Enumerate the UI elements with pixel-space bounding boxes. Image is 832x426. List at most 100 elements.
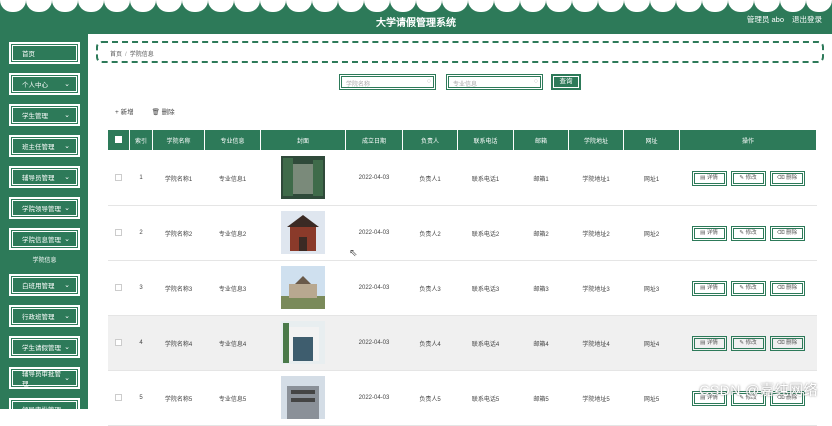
cell-url: 网址4	[623, 315, 680, 371]
add-button[interactable]: + 新增	[115, 106, 134, 116]
row-actions: ▤ 详情 ✎ 修改 ⌫ 删除	[679, 260, 817, 316]
edit-label: 修改	[745, 339, 757, 346]
delete-label: 删除	[786, 229, 798, 236]
sidebar-item[interactable]: 行政班管理 ⌄	[9, 305, 80, 327]
select-all-checkbox[interactable]	[107, 129, 130, 151]
row-actions: ▤ 详情 ✎ 修改 ⌫ 删除	[679, 150, 817, 206]
sidebar: 首页 个人中心 ⌄ 学生管理 ⌄ 班主任管理 ⌄ 辅导员管理 ⌄ 学院领导管理 ⌄ 学院信息管理 ⌄ 学院…	[0, 34, 88, 420]
cell-index: 4	[129, 315, 153, 371]
delete-row-button[interactable]: ⌫ 删除	[769, 335, 805, 351]
table-row: 1 学院名称1 专业信息1 2022-04-03 负责人1 联系电话1 邮箱1 学院地址1 网址…	[107, 150, 817, 206]
sidebar-item-label: 辅导员审批管理	[22, 371, 61, 388]
main-content: 首页 / 学院信息 学院名称 ○ 专业信息 ○ 查询 + 新增 🗑 删除 索引 学院名…	[88, 34, 832, 426]
sidebar-item[interactable]: 班主任管理 ⌄	[9, 135, 80, 157]
delete-button[interactable]: 🗑 删除	[152, 106, 175, 116]
sidebar-item-label: 白班用管理	[22, 283, 55, 290]
delete-row-button[interactable]: ⌫ 删除	[769, 280, 805, 296]
sidebar-item-label: 首页	[22, 51, 35, 58]
delete-row-button[interactable]: ⌫ 删除	[769, 225, 805, 241]
edit-button[interactable]: ✎ 修改	[730, 280, 766, 296]
cell-leader: 负责人4	[402, 315, 458, 371]
detail-icon: ▤	[700, 229, 707, 236]
chevron-down-icon: ⌄	[64, 406, 70, 413]
sidebar-item-label: 学生管理	[22, 113, 48, 120]
breadcrumb-home[interactable]: 首页	[110, 52, 122, 58]
sidebar-item[interactable]: 学院信息管理 ⌄	[9, 228, 80, 250]
edit-button[interactable]: ✎ 修改	[730, 170, 766, 186]
mouse-cursor-icon: ⇖	[349, 248, 358, 259]
cell-url: 网址2	[623, 205, 680, 261]
sidebar-item[interactable]: 辅导员管理 ⌄	[9, 166, 80, 188]
major-info-search-input[interactable]: 专业信息 ○	[446, 74, 543, 90]
chevron-down-icon: ⌄	[64, 112, 70, 119]
column-header: 联系电话	[457, 129, 514, 151]
cover-image	[260, 150, 346, 206]
cell-url: 网址1	[623, 150, 680, 206]
cell-email: 邮箱3	[513, 260, 569, 316]
cell-address: 学院地址1	[568, 150, 624, 206]
cell-date: 2022-04-03	[345, 260, 403, 316]
row-actions: ▤ 详情 ✎ 修改 ⌫ 删除	[679, 205, 817, 261]
logout-link[interactable]: 退出登录	[792, 14, 822, 25]
cell-email: 邮箱2	[513, 205, 569, 261]
chevron-down-icon: ⌄	[64, 205, 70, 212]
sidebar-item[interactable]: 白班用管理 ⌄	[9, 274, 80, 296]
query-button[interactable]: 查询	[551, 74, 581, 90]
cell-date: 2022-04-03	[345, 150, 403, 206]
edit-button[interactable]: ✎ 修改	[730, 225, 766, 241]
column-header: 索引	[129, 129, 153, 151]
college-name-search-input[interactable]: 学院名称 ○	[339, 74, 436, 90]
trash-icon: ⌫	[776, 229, 787, 236]
chevron-down-icon: ⌄	[64, 282, 70, 289]
cell-name: 学院名称4	[152, 315, 205, 371]
cell-major: 专业信息5	[204, 370, 261, 426]
delete-label: 删除	[786, 174, 798, 181]
column-header: 学院地址	[568, 129, 624, 151]
sidebar-item[interactable]: 个人中心 ⌄	[9, 73, 80, 95]
sidebar-item-label: 学院领导管理	[22, 206, 61, 213]
delete-row-button[interactable]: ⌫ 删除	[769, 170, 805, 186]
detail-icon: ▤	[700, 284, 707, 291]
row-checkbox[interactable]	[107, 150, 130, 206]
edit-label: 修改	[745, 284, 757, 291]
detail-button[interactable]: ▤ 详情	[691, 170, 727, 186]
chevron-down-icon: ⌄	[64, 344, 70, 351]
sidebar-item[interactable]: 学院领导管理 ⌄	[9, 197, 80, 219]
cell-index: 1	[129, 150, 153, 206]
sidebar-item[interactable]: 学生管理 ⌄	[9, 104, 80, 126]
chevron-down-icon: ⌄	[64, 174, 70, 181]
row-checkbox[interactable]	[107, 205, 130, 261]
detail-button[interactable]: ▤ 详情	[691, 335, 727, 351]
toolbar: + 新增 🗑 删除	[115, 106, 175, 116]
sidebar-item-label: 学院信息管理	[22, 237, 61, 244]
cell-address: 学院地址3	[568, 260, 624, 316]
sidebar-item[interactable]: 首页	[9, 42, 80, 64]
detail-button[interactable]: ▤ 详情	[691, 280, 727, 296]
cell-date: 2022-04-03	[345, 315, 403, 371]
detail-label: 详情	[706, 229, 718, 236]
cell-email: 邮箱5	[513, 370, 569, 426]
cell-email: 邮箱1	[513, 150, 569, 206]
sidebar-item[interactable]: 学生请假管理 ⌄	[9, 336, 80, 358]
cell-date: 2022-04-03	[345, 370, 403, 426]
row-checkbox[interactable]	[107, 370, 130, 426]
cell-address: 学院地址2	[568, 205, 624, 261]
cover-image	[260, 315, 346, 371]
college-name-placeholder: 学院名称	[346, 82, 371, 88]
user-label: 管理员 abo	[746, 15, 784, 24]
detail-button[interactable]: ▤ 详情	[691, 225, 727, 241]
sidebar-subitem-college-info[interactable]: 学院信息	[9, 254, 80, 268]
cell-leader: 负责人1	[402, 150, 458, 206]
breadcrumb-current: 学院信息	[129, 52, 154, 58]
edit-button[interactable]: ✎ 修改	[730, 335, 766, 351]
table-header-row: 索引 学院名称 专业信息 封面 成立日期 负责人 联系电话 邮箱 学院地址 网址 操作	[107, 129, 817, 151]
sidebar-item[interactable]: 辅导员审批管理 ⌄	[9, 367, 80, 389]
row-checkbox[interactable]	[107, 315, 130, 371]
cell-phone: 联系电话1	[457, 150, 514, 206]
search-icon: ○	[533, 78, 538, 85]
sidebar-item[interactable]: 领导审批管理 ⌄	[9, 398, 80, 420]
column-header: 操作	[679, 129, 817, 151]
row-checkbox[interactable]	[107, 260, 130, 316]
cell-address: 学院地址4	[568, 315, 624, 371]
cell-name: 学院名称3	[152, 260, 205, 316]
